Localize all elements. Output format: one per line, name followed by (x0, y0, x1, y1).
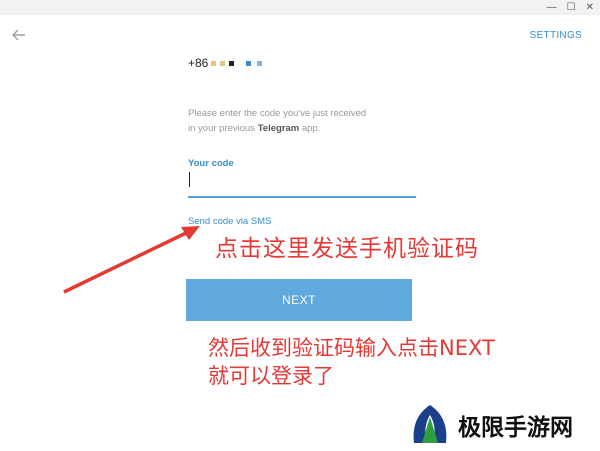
watermark: 极限手游网 (410, 402, 573, 448)
text-caret (189, 172, 190, 187)
window-controls: — ☐ ✕ (547, 0, 594, 15)
hint-line-2: in your previous Telegram app. (188, 121, 408, 136)
watermark-logo-icon (413, 405, 447, 443)
send-sms-link[interactable]: Send code via SMS (188, 216, 271, 227)
close-button[interactable]: ✕ (586, 0, 594, 15)
instruction-text: Please enter the code you've just receiv… (188, 106, 408, 136)
hint-line-1: Please enter the code you've just receiv… (188, 108, 367, 119)
hint-app-name: Telegram (257, 123, 300, 134)
annotation-tip-2: 然后收到验证码输入点击NEXT 就可以登录了 (208, 334, 588, 390)
hint-prefix: in your previous (188, 123, 258, 134)
masked-digit (220, 60, 226, 66)
hint-suffix: app. (299, 123, 321, 134)
phone-number: +86 (188, 56, 263, 70)
masked-digit (211, 60, 217, 66)
minimize-button[interactable]: — (547, 0, 557, 15)
code-label: Your code (188, 158, 234, 169)
watermark-text: 极限手游网 (458, 414, 573, 441)
next-button[interactable]: NEXT (186, 279, 412, 321)
phone-prefix: +86 (188, 56, 209, 70)
masked-digit (229, 60, 235, 66)
arrow-left-icon[interactable] (12, 26, 26, 44)
window-titlebar: — ☐ ✕ (0, 0, 600, 15)
maximize-button[interactable]: ☐ (567, 0, 576, 15)
annotation-tip-2-line-2: 就可以登录了 (208, 364, 334, 388)
code-input[interactable] (188, 170, 416, 198)
annotation-tip-1: 点击这里发送手机验证码 (215, 236, 479, 262)
settings-link[interactable]: SETTINGS (530, 30, 582, 41)
masked-digit (246, 60, 252, 66)
annotation-tip-2-line-1: 然后收到验证码输入点击NEXT (208, 336, 495, 360)
masked-digit (257, 60, 263, 66)
